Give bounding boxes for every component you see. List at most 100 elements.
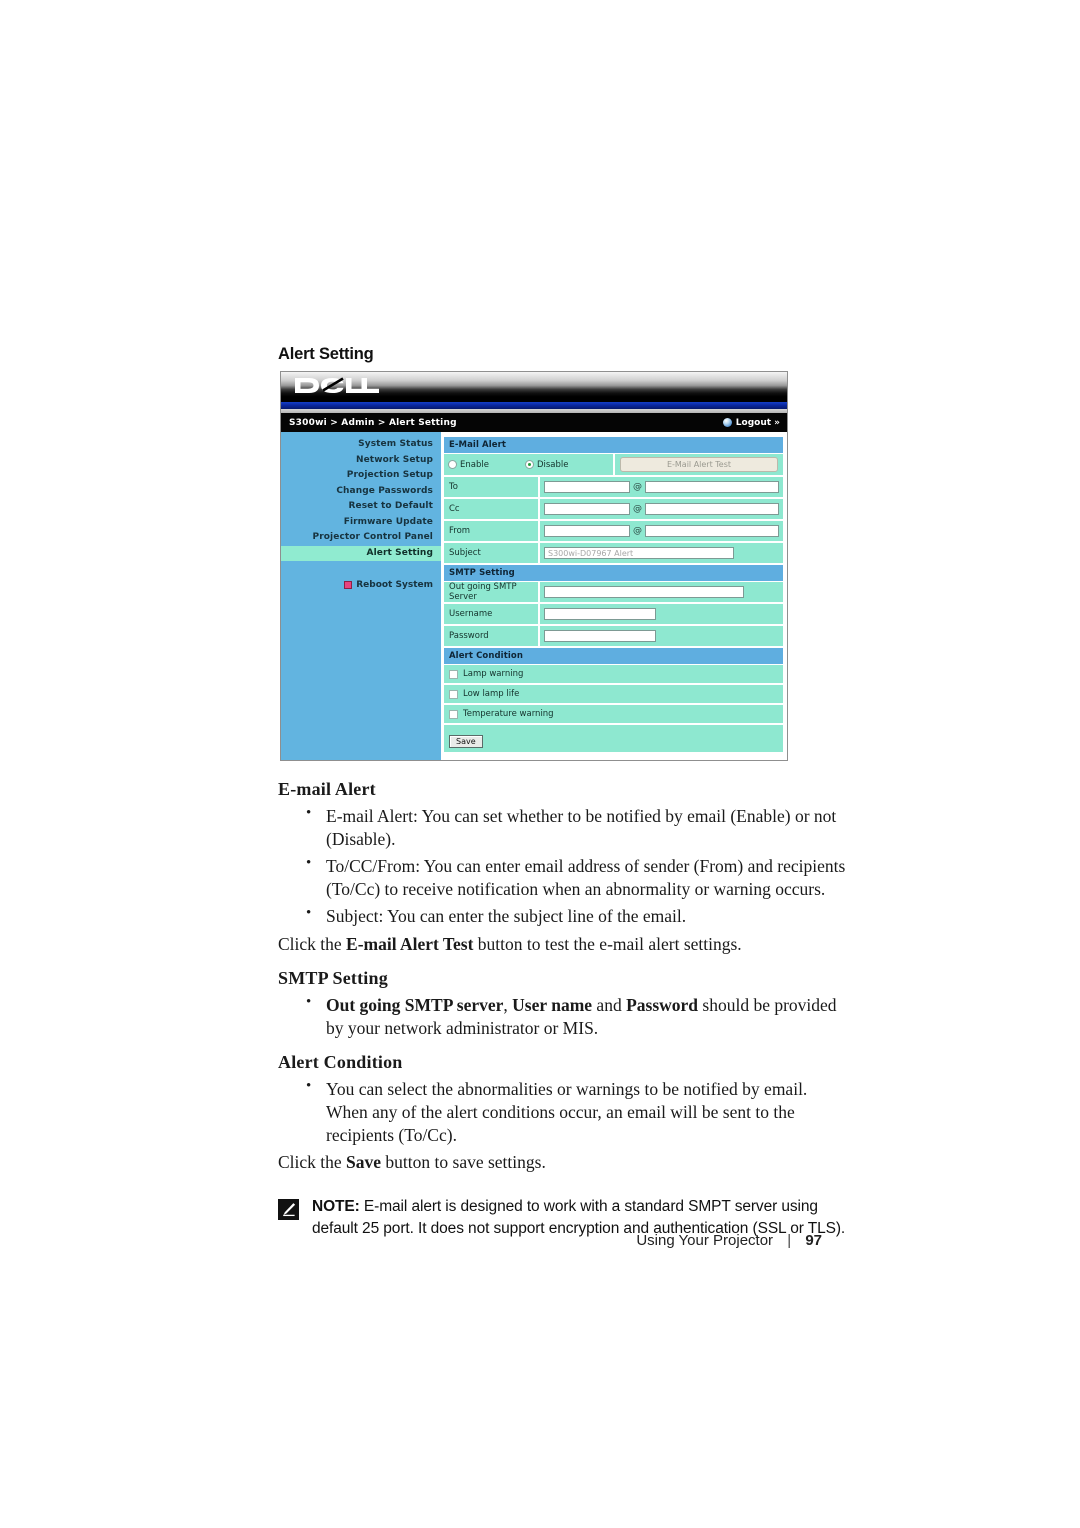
page-footer: Using Your Projector | 97 — [0, 1232, 1080, 1249]
heading-email-alert: E-mail Alert — [278, 779, 376, 799]
sidebar-item-reset-to-default[interactable]: Reset to Default — [281, 499, 441, 515]
sidebar-item-network-setup[interactable]: Network Setup — [281, 453, 441, 469]
note-label: NOTE: — [312, 1198, 360, 1216]
label-username: Username — [444, 604, 540, 624]
value-to: @ — [540, 477, 783, 497]
label-cc: Cc — [444, 499, 540, 519]
settings-pane: E-Mail Alert Enable Disable E-Mail Alert… — [441, 432, 787, 760]
list-item: E-mail Alert: You can set whether to be … — [278, 804, 848, 851]
at-symbol-icon: @ — [633, 503, 642, 514]
dell-web-ui-screenshot: S300wi > Admin > Alert Setting Logout » … — [280, 371, 788, 761]
checkbox-row-low-lamp-life[interactable]: Low lamp life — [444, 685, 783, 705]
logout-sphere-icon — [722, 418, 732, 427]
radio-enable-label: Enable — [460, 459, 489, 470]
from-domain-input[interactable] — [645, 525, 779, 537]
password-input[interactable] — [544, 630, 656, 642]
from-user-input[interactable] — [544, 525, 630, 537]
breadcrumb: S300wi > Admin > Alert Setting — [289, 417, 457, 428]
para-post: button to save settings. — [381, 1152, 546, 1173]
checkbox-lamp-warning-icon — [449, 669, 458, 679]
footer-separator: | — [787, 1232, 792, 1249]
dell-logo-icon — [293, 375, 379, 395]
value-outgoing-smtp-server — [540, 582, 783, 602]
bullet-list-smtp-setting: Out going SMTP server, User name and Pas… — [278, 993, 848, 1040]
bullet-bold-3: Password — [626, 995, 699, 1016]
sidebar-item-projection-setup[interactable]: Projection Setup — [281, 468, 441, 484]
dell-brand-banner — [281, 372, 787, 402]
table-row-smtp-server: Out going SMTP Server — [444, 582, 783, 604]
outgoing-smtp-server-input[interactable] — [544, 586, 744, 598]
list-item: Out going SMTP server, User name and Pas… — [278, 993, 848, 1040]
cc-user-input[interactable] — [544, 503, 630, 515]
username-input[interactable] — [544, 608, 656, 620]
bullet-mid-2: and — [592, 995, 627, 1016]
sidebar-item-system-status[interactable]: System Status — [281, 437, 441, 453]
checkbox-row-temperature-warning[interactable]: Temperature warning — [444, 705, 783, 725]
email-alert-test-cell: E-Mail Alert Test — [615, 454, 783, 475]
save-row: Save — [444, 725, 783, 752]
logout-button[interactable]: Logout » — [722, 417, 780, 428]
email-alert-test-button[interactable]: E-Mail Alert Test — [620, 457, 778, 472]
note-pencil-icon — [278, 1199, 299, 1221]
checkbox-lamp-warning-label: Lamp warning — [463, 669, 524, 679]
bullet-mid-1: , — [503, 995, 513, 1016]
radio-disable[interactable]: Disable — [524, 459, 569, 470]
table-row-username: Username — [444, 604, 783, 626]
page-title: Alert Setting — [278, 345, 374, 363]
para-post: button to test the e-mail alert settings… — [473, 934, 742, 955]
value-password — [540, 626, 783, 646]
radio-disable-label: Disable — [536, 459, 569, 470]
to-user-input[interactable] — [544, 481, 630, 493]
para-pre: Click the — [278, 1152, 347, 1173]
label-subject: Subject — [444, 543, 540, 563]
radio-enable[interactable]: Enable — [448, 460, 489, 470]
list-item: Subject: You can enter the subject line … — [278, 904, 848, 928]
at-symbol-icon: @ — [633, 481, 642, 492]
label-password: Password — [444, 626, 540, 646]
document-body: E-mail Alert E-mail Alert: You can set w… — [278, 778, 848, 1240]
table-row-subject: Subject S300wi-D07967 Alert — [444, 543, 783, 565]
reboot-label: Reboot System — [356, 579, 433, 590]
bullet-bold-1: Out going SMTP server — [326, 995, 504, 1016]
sidebar-item-alert-setting[interactable]: Alert Setting — [281, 545, 441, 561]
document-page-content: Alert Setting S300wi > Admin > Alert Set… — [278, 345, 848, 1240]
paragraph-email-alert-test: Click the E-mail Alert Test button to te… — [278, 933, 848, 956]
reboot-icon — [344, 580, 353, 589]
email-alert-radio-group: Enable Disable — [444, 454, 615, 475]
list-item: To/CC/From: You can enter email address … — [278, 854, 848, 901]
value-username — [540, 604, 783, 624]
sidebar-item-projector-control-panel[interactable]: Projector Control Panel — [281, 530, 441, 546]
footer-section-label: Using Your Projector — [636, 1232, 774, 1249]
value-subject: S300wi-D07967 Alert — [540, 543, 783, 563]
heading-smtp-setting: SMTP Setting — [278, 968, 388, 989]
bullet-bold-2: User name — [512, 995, 593, 1016]
subject-input[interactable]: S300wi-D07967 Alert — [544, 547, 734, 559]
footer-page-number: 97 — [805, 1232, 822, 1249]
sidebar-item-firmware-update[interactable]: Firmware Update — [281, 515, 441, 531]
list-item: You can select the abnormalities or warn… — [278, 1077, 848, 1147]
email-alert-toggle-row: Enable Disable E-Mail Alert Test — [444, 454, 783, 477]
breadcrumb-bar: S300wi > Admin > Alert Setting Logout » — [281, 413, 787, 432]
sidebar-nav: System Status Network Setup Projection S… — [281, 432, 441, 760]
section-header-email-alert: E-Mail Alert — [444, 437, 783, 454]
table-row-to: To @ — [444, 477, 783, 499]
label-to: To — [444, 477, 540, 497]
table-row-from: From @ — [444, 521, 783, 543]
para-bold: Save — [346, 1152, 382, 1173]
section-header-smtp-setting: SMTP Setting — [444, 565, 783, 582]
to-domain-input[interactable] — [645, 481, 779, 493]
value-cc: @ — [540, 499, 783, 519]
checkbox-row-lamp-warning[interactable]: Lamp warning — [444, 665, 783, 685]
heading-alert-condition: Alert Condition — [278, 1052, 403, 1073]
checkbox-low-lamp-life-label: Low lamp life — [463, 689, 520, 699]
sidebar-item-reboot-system[interactable]: Reboot System — [281, 577, 441, 593]
banner-blue-strip — [281, 402, 787, 409]
table-row-cc: Cc @ — [444, 499, 783, 521]
save-button[interactable]: Save — [449, 735, 483, 748]
logout-label: Logout » — [735, 417, 780, 428]
cc-domain-input[interactable] — [645, 503, 779, 515]
radio-disable-icon — [524, 460, 534, 469]
sidebar-item-change-passwords[interactable]: Change Passwords — [281, 484, 441, 500]
at-symbol-icon: @ — [633, 525, 642, 536]
